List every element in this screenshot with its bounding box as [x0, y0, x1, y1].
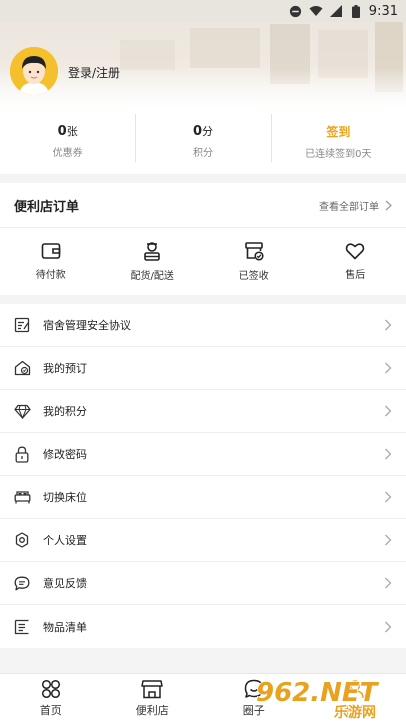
- heart-icon: [345, 242, 365, 259]
- store-icon: [141, 680, 163, 699]
- tab-home[interactable]: 首页: [0, 674, 102, 723]
- menu-item-feedback[interactable]: 意见反馈: [0, 562, 406, 605]
- home-icon: [41, 679, 60, 699]
- avatar-face-icon: [10, 47, 58, 95]
- tab-label: 首页: [39, 704, 62, 717]
- order-signed-label: 已签收: [238, 270, 269, 282]
- chevron-right-icon: [384, 319, 394, 331]
- menu-item-label: 物品清单: [43, 620, 87, 634]
- settings-icon: [13, 531, 31, 549]
- watermark-subtext: 乐游网: [334, 704, 376, 719]
- order-after-sales-label: 售后: [345, 269, 366, 281]
- coupons-unit: 张: [66, 125, 78, 138]
- menu-item-label: 我的积分: [43, 405, 87, 418]
- signal-icon: [329, 4, 343, 18]
- coupons-stat[interactable]: 0张 优惠券: [0, 108, 135, 174]
- menu-item-my-booking[interactable]: 我的预订: [0, 347, 406, 390]
- order-pending-payment-label: 待付款: [35, 269, 66, 281]
- lock-icon: [13, 445, 31, 463]
- wifi-icon: [309, 4, 323, 18]
- chevron-right-icon: [384, 534, 394, 546]
- points-stat[interactable]: 0分 积分: [135, 108, 270, 174]
- menu-item-label: 个人设置: [43, 534, 87, 547]
- checkin-streak-label: 已连续签到0天: [305, 148, 372, 160]
- stats-bar: 0张 优惠券 0分 积分 签到 已连续签到0天: [0, 108, 406, 174]
- menu-item-personal-settings[interactable]: 个人设置: [0, 519, 406, 562]
- coupons-count: 0: [57, 124, 67, 139]
- chevron-right-icon: [385, 200, 392, 210]
- list-icon: [13, 618, 31, 636]
- menu-item-label: 修改密码: [43, 448, 87, 461]
- order-delivery-label: 配货/配送: [130, 270, 174, 282]
- store-orders-card: 便利店订单 查看全部订单 待付款 配货/配送 已签收 售后: [0, 183, 406, 295]
- delivery-icon: [144, 241, 161, 261]
- watermark-text: 962.NET: [256, 678, 380, 708]
- battery-icon: [349, 4, 363, 18]
- bed-icon: [13, 488, 31, 506]
- menu-item-switch-bed[interactable]: 切换床位: [0, 476, 406, 519]
- chevron-right-icon: [384, 448, 394, 460]
- menu-item-item-list[interactable]: 物品清单: [0, 605, 406, 648]
- menu-item-label: 切换床位: [43, 491, 87, 504]
- menu-item-dorm-agreement[interactable]: 宿舍管理安全协议: [0, 304, 406, 347]
- diamond-icon: [13, 402, 31, 420]
- order-pending-payment[interactable]: 待付款: [0, 228, 102, 294]
- orders-title: 便利店订单: [14, 199, 80, 215]
- points-label: 积分: [192, 148, 213, 159]
- watermark-logo: 962.NET 乐游网: [254, 675, 404, 721]
- minus-circle-icon: [289, 4, 303, 18]
- order-signed[interactable]: 已签收: [203, 228, 305, 294]
- agreement-icon: [13, 316, 31, 334]
- chevron-right-icon: [384, 405, 394, 417]
- menu-item-label: 意见反馈: [43, 577, 87, 590]
- booking-icon: [13, 359, 31, 377]
- chevron-right-icon: [384, 577, 394, 589]
- points-count: 0: [192, 124, 203, 139]
- menu-item-label: 我的预订: [43, 362, 87, 375]
- chevron-right-icon: [384, 491, 394, 503]
- checkin-stat[interactable]: 签到 已连续签到0天: [270, 108, 406, 174]
- menu-item-label: 宿舍管理安全协议: [43, 319, 131, 332]
- order-after-sales[interactable]: 售后: [305, 228, 406, 294]
- status-bar: 9:31: [0, 0, 406, 22]
- tab-store[interactable]: 便利店: [102, 674, 204, 723]
- tab-label: 便利店: [135, 704, 169, 717]
- menu-item-my-points[interactable]: 我的积分: [0, 390, 406, 433]
- chevron-right-icon: [384, 362, 394, 374]
- coupons-label: 优惠券: [52, 148, 83, 159]
- view-all-orders-label: 查看全部订单: [319, 201, 379, 213]
- avatar[interactable]: [10, 47, 58, 95]
- signed-icon: [244, 241, 264, 261]
- feedback-icon: [13, 574, 31, 592]
- settings-menu: 宿舍管理安全协议 我的预订 我的积分 修改密码 切换床位 个人设置 意见反馈 物…: [0, 304, 406, 648]
- wallet-icon: [41, 242, 61, 259]
- view-all-orders-link[interactable]: 查看全部订单: [319, 198, 392, 213]
- menu-item-change-password[interactable]: 修改密码: [0, 433, 406, 476]
- points-unit: 分: [202, 125, 214, 138]
- chevron-right-icon: [384, 621, 394, 633]
- checkin-button[interactable]: 签到: [326, 123, 350, 140]
- status-time: 9:31: [368, 3, 398, 19]
- login-register-link[interactable]: 登录/注册: [68, 64, 120, 81]
- order-delivery[interactable]: 配货/配送: [102, 228, 204, 294]
